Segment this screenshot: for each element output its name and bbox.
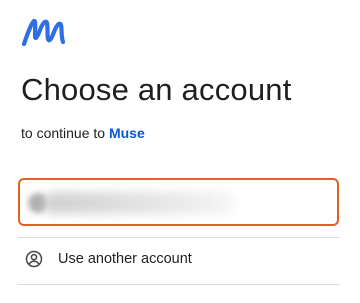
use-another-account-label: Use another account xyxy=(58,251,192,267)
app-name-link[interactable]: Muse xyxy=(109,125,145,141)
continue-prefix-text: to continue to xyxy=(21,125,106,141)
page-title: Choose an account xyxy=(21,72,292,107)
use-another-account-button[interactable]: Use another account xyxy=(18,238,340,284)
account-item-selected[interactable] xyxy=(18,178,339,226)
muse-logo-icon xyxy=(21,18,66,47)
redacted-account-info xyxy=(44,192,234,214)
continue-subtitle: to continue to Muse xyxy=(21,125,145,141)
divider xyxy=(18,284,340,285)
account-circle-icon xyxy=(25,250,43,268)
